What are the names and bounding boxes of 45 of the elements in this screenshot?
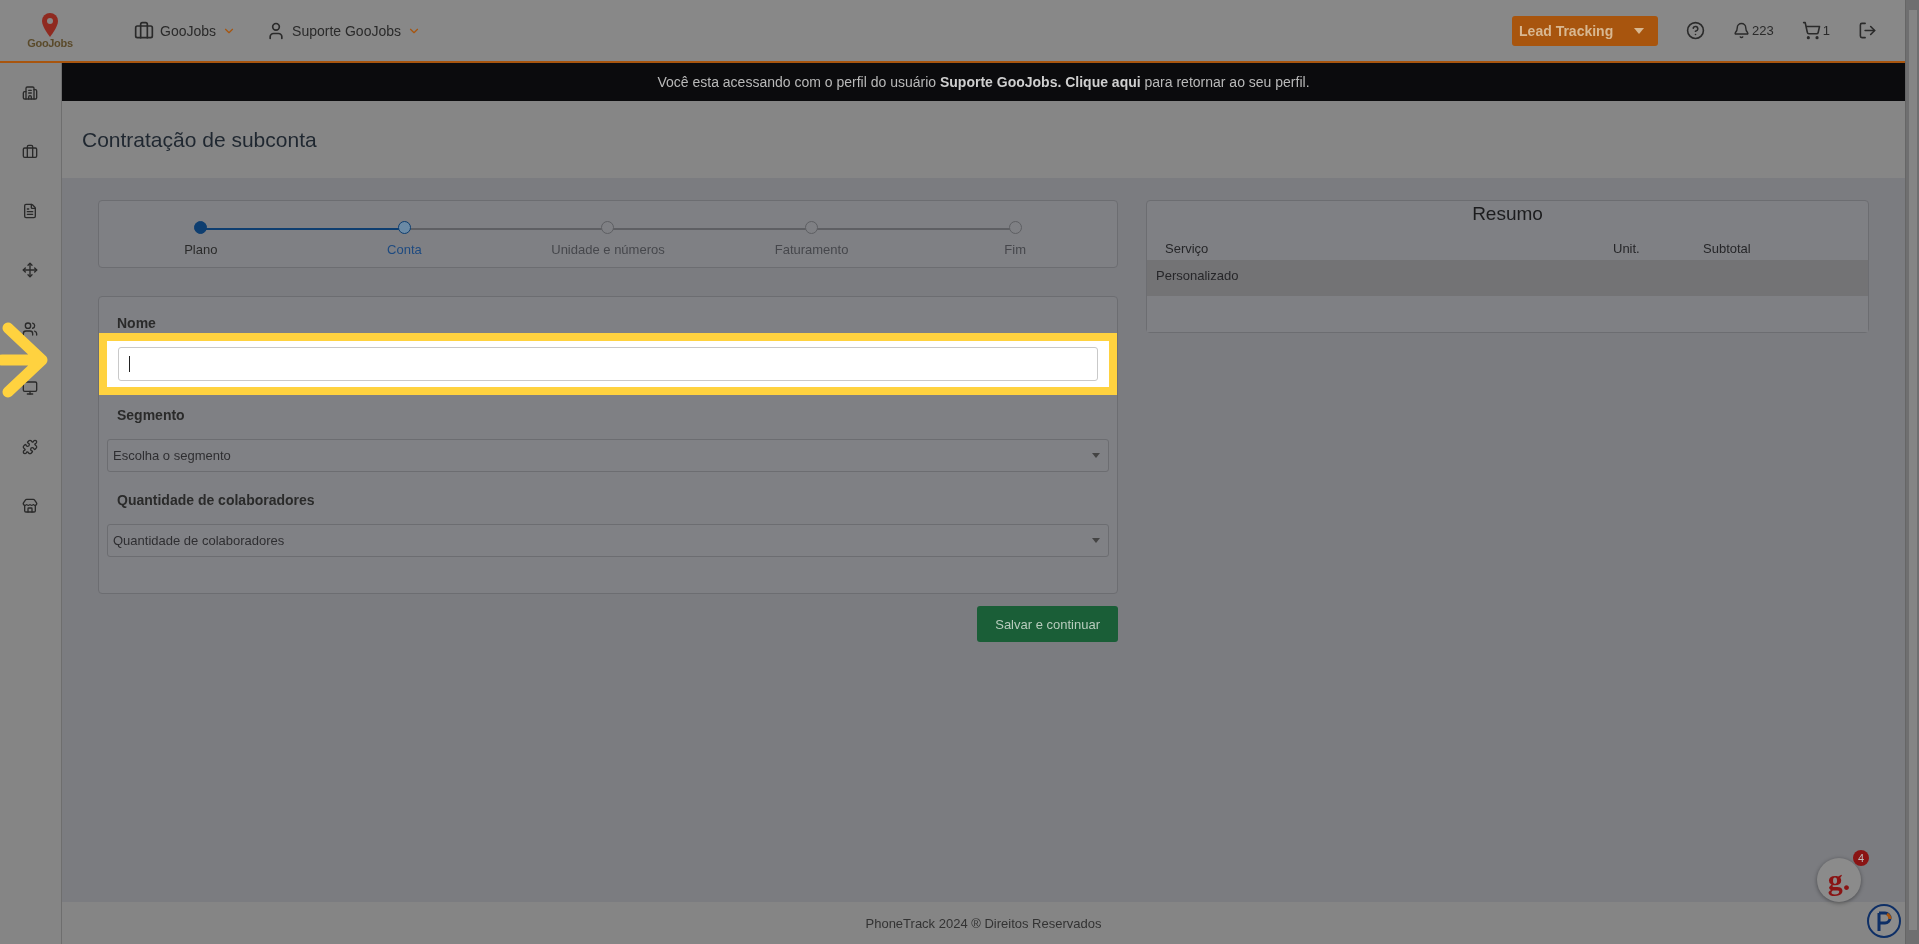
step-label: Faturamento	[774, 242, 849, 257]
notification-badge: 4	[1853, 850, 1869, 866]
users-icon[interactable]	[21, 321, 38, 337]
input-field[interactable]	[118, 347, 1098, 381]
return-link[interactable]: Clique aqui	[1065, 74, 1141, 90]
step-label: Plano	[184, 242, 218, 257]
caret-icon	[1634, 27, 1645, 34]
cart-icon[interactable]	[1801, 21, 1821, 40]
cart-count: 1	[1822, 23, 1830, 38]
briefcase-icon	[134, 20, 154, 41]
lead-tracking-button[interactable]: Lead Tracking	[1512, 15, 1659, 46]
support-logo-icon[interactable]	[1867, 904, 1901, 938]
step-label: Unidade e números	[551, 242, 665, 257]
field-label: Quantidade de colaboradores	[117, 492, 316, 508]
field-label: Nome	[117, 315, 157, 331]
select-field[interactable]: Quantidade de colaboradores	[107, 524, 1109, 557]
page-title: Contratação de subconta	[82, 127, 317, 152]
document-icon[interactable]	[21, 203, 38, 219]
caret-icon	[1092, 453, 1100, 458]
column-header: Subtotal	[1703, 241, 1752, 256]
goojobs-logo[interactable]: GooJobs	[20, 12, 80, 49]
table-cell-text: Personalizado	[1156, 268, 1240, 285]
step-label: Fim	[1004, 242, 1026, 257]
bell-icon[interactable]	[1733, 22, 1751, 39]
summary-title: Resumo	[1471, 202, 1544, 226]
field-label: Segmento	[117, 407, 186, 423]
nav-menu[interactable]: GooJobs	[134, 20, 237, 41]
caret-icon	[1092, 538, 1100, 543]
notification-count: 223	[1752, 23, 1774, 38]
move-icon[interactable]	[21, 262, 38, 278]
save-continue-button[interactable]: Salvar e continuar	[977, 606, 1118, 642]
nav-menu[interactable]: Suporte GooJobs	[266, 20, 421, 41]
copyright-text: PhoneTrack 2024 ® Direitos Reservados	[865, 915, 1102, 931]
step-label: Conta	[387, 242, 422, 257]
puzzle-icon[interactable]	[21, 439, 38, 455]
briefcase-icon[interactable]	[21, 144, 38, 160]
store-icon[interactable]	[21, 498, 38, 514]
building-icon[interactable]	[21, 85, 38, 101]
banner-message: Você esta acessando com o perfil do usuário Suporte GooJobs. Clique aqui para retornar ao seu perfil.	[657, 74, 1310, 90]
column-header: Serviço	[1165, 241, 1210, 256]
column-header: Unit.	[1613, 241, 1641, 256]
select-field[interactable]: Escolha o segmento	[107, 439, 1109, 472]
logout-icon[interactable]	[1858, 21, 1877, 40]
help-icon[interactable]	[1686, 21, 1706, 40]
monitor-icon[interactable]	[21, 380, 38, 396]
